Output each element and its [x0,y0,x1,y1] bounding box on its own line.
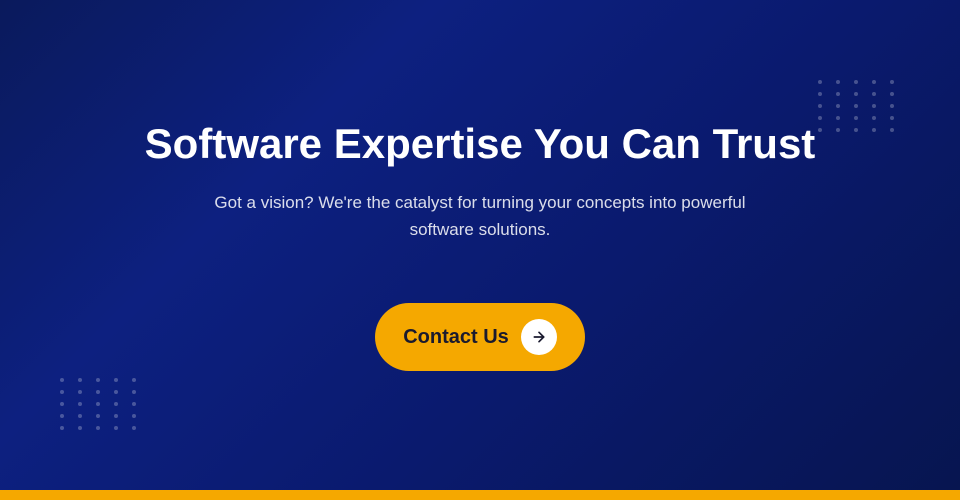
bottom-bar [0,490,960,500]
contact-us-button[interactable]: Contact Us [375,303,585,371]
dots-top-right [818,80,900,132]
arrow-icon [521,319,557,355]
dots-bottom-left [60,378,142,430]
hero-title: Software Expertise You Can Trust [145,119,816,169]
hero-subtitle: Got a vision? We're the catalyst for tur… [210,189,750,243]
hero-section: Software Expertise You Can Trust Got a v… [0,0,960,490]
page-wrapper: Software Expertise You Can Trust Got a v… [0,0,960,500]
cta-label: Contact Us [403,326,509,349]
